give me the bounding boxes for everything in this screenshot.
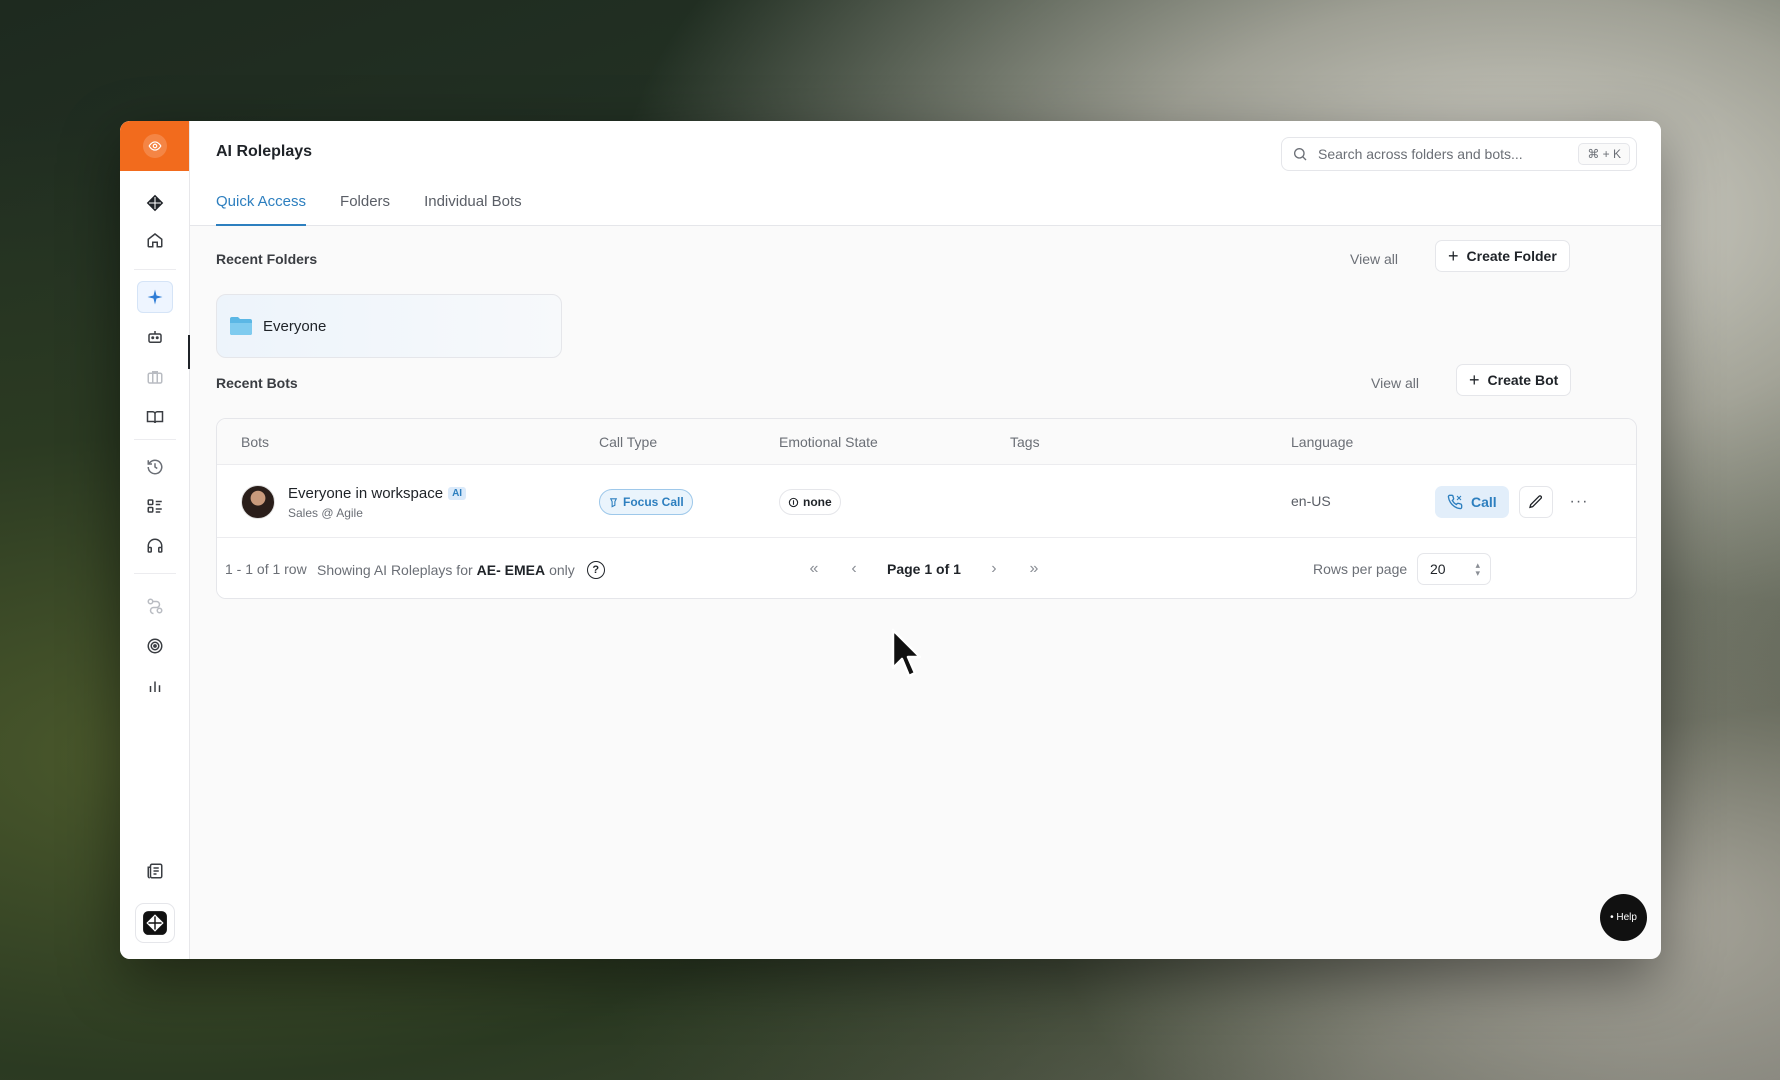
avatar	[241, 485, 275, 519]
edit-button[interactable]	[1519, 486, 1553, 518]
column-header-call-type[interactable]: Call Type	[599, 434, 657, 450]
column-header-tags[interactable]: Tags	[1010, 434, 1040, 450]
folder-label: Everyone	[263, 317, 327, 335]
call-label: Call	[1471, 494, 1497, 510]
showing-scope-text: Showing AI Roleplays for AE- EMEA only ?	[317, 561, 605, 579]
more-options-icon[interactable]: ···	[1567, 490, 1591, 514]
create-bot-label: Create Bot	[1487, 372, 1559, 388]
previous-page-icon[interactable]: ‹	[837, 553, 871, 585]
tab-individual-bots[interactable]: Individual Bots	[424, 193, 522, 226]
folder-card-everyone[interactable]: Everyone	[216, 294, 562, 358]
recent-folders-title: Recent Folders	[216, 251, 318, 267]
tab-folders[interactable]: Folders	[340, 193, 390, 226]
eye-icon[interactable]	[142, 134, 167, 158]
tab-quick-access[interactable]: Quick Access	[216, 193, 307, 226]
plus-icon: +	[1448, 245, 1459, 266]
rows-count: 1 - 1 of 1 row	[225, 561, 307, 577]
sidebar-divider	[134, 269, 176, 270]
pagination: « ‹ Page 1 of 1 › »	[797, 553, 1051, 585]
folder-icon	[230, 317, 252, 335]
ai-badge: AI	[448, 487, 467, 500]
bots-table: Bots Call Type Emotional State Tags Lang…	[216, 418, 1637, 599]
table-row[interactable]: Everyone in workspace AI Sales @ Agile F…	[217, 466, 1636, 538]
home-icon[interactable]	[137, 224, 173, 256]
list-icon[interactable]	[137, 490, 173, 522]
search-shortcut-hint: ⌘ + K	[1578, 143, 1630, 165]
search-icon	[1294, 148, 1307, 161]
focus-call-icon	[609, 497, 618, 508]
create-folder-button[interactable]: + Create Folder	[1435, 240, 1570, 272]
bot-icon[interactable]	[137, 321, 173, 353]
column-header-language[interactable]: Language	[1291, 434, 1353, 450]
chevron-up-down-icon: ▴ ▾	[1475, 560, 1480, 578]
table-footer: 1 - 1 of 1 row Showing AI Roleplays for …	[217, 539, 1636, 598]
showing-team: AE- EMEA	[476, 562, 546, 578]
page-title: AI Roleplays	[216, 143, 313, 160]
table-header-row: Bots Call Type Emotional State Tags Lang…	[217, 419, 1636, 465]
help-circle-icon[interactable]: ?	[586, 561, 605, 579]
sidebar-divider	[134, 573, 176, 574]
last-page-icon[interactable]: »	[1017, 553, 1051, 585]
rows-per-page-select[interactable]: 20 ▴ ▾	[1417, 553, 1491, 585]
bots-view-all-link[interactable]: View all	[1371, 375, 1419, 391]
route-icon[interactable]	[137, 590, 173, 622]
emotion-icon	[788, 497, 799, 507]
phone-icon	[1447, 494, 1463, 510]
target-icon[interactable]	[137, 630, 173, 662]
brand-logo-icon[interactable]	[137, 187, 173, 219]
emotional-state-badge: none	[779, 489, 841, 515]
headset-icon[interactable]	[137, 530, 173, 562]
sidebar-divider	[134, 439, 176, 440]
sidebar	[120, 121, 190, 959]
tab-bar: Quick Access Folders Individual Bots	[216, 193, 522, 226]
emotional-state-label: none	[803, 495, 832, 509]
language-value: en-US	[1291, 493, 1331, 509]
showing-suffix: only	[549, 562, 575, 578]
book-icon[interactable]	[137, 401, 173, 433]
page-header: AI Roleplays Search across folders and b…	[190, 121, 1661, 226]
bot-subtitle: Sales @ Agile	[288, 506, 363, 520]
call-type-label: Focus Call	[623, 495, 684, 509]
newspaper-icon[interactable]	[137, 855, 173, 887]
mouse-cursor-icon	[891, 628, 922, 678]
rows-per-page-value: 20	[1430, 561, 1446, 577]
sidebar-top-bar	[120, 121, 189, 171]
next-page-icon[interactable]: ›	[977, 553, 1011, 585]
call-button[interactable]: Call	[1435, 486, 1509, 518]
folders-view-all-link[interactable]: View all	[1350, 251, 1398, 267]
chart-icon[interactable]	[137, 670, 173, 702]
main-content: AI Roleplays Search across folders and b…	[190, 121, 1661, 959]
briefcase-icon[interactable]	[137, 361, 173, 393]
create-folder-label: Create Folder	[1466, 248, 1557, 264]
create-bot-button[interactable]: + Create Bot	[1456, 364, 1572, 396]
plus-icon: +	[1469, 369, 1480, 390]
workspace-logo-icon[interactable]	[135, 903, 175, 943]
search-input[interactable]: Search across folders and bots... ⌘ + K	[1281, 137, 1637, 171]
sparkle-icon[interactable]	[137, 281, 173, 313]
page-indicator: Page 1 of 1	[887, 561, 961, 577]
showing-prefix: Showing AI Roleplays for	[317, 562, 473, 578]
pencil-icon	[1529, 495, 1543, 509]
bot-name[interactable]: Everyone in workspace AI	[288, 485, 467, 502]
column-header-bots[interactable]: Bots	[241, 434, 269, 450]
recent-bots-title: Recent Bots	[216, 375, 298, 391]
rows-per-page-label: Rows per page	[1313, 561, 1408, 577]
call-type-badge: Focus Call	[599, 489, 693, 515]
bot-name-label: Everyone in workspace	[288, 485, 444, 502]
first-page-icon[interactable]: «	[797, 553, 831, 585]
app-window: AI Roleplays Search across folders and b…	[120, 121, 1661, 959]
column-header-emotional-state[interactable]: Emotional State	[779, 434, 878, 450]
help-button[interactable]: • Help	[1600, 894, 1647, 941]
search-placeholder: Search across folders and bots...	[1318, 146, 1523, 162]
history-icon[interactable]	[137, 451, 173, 483]
